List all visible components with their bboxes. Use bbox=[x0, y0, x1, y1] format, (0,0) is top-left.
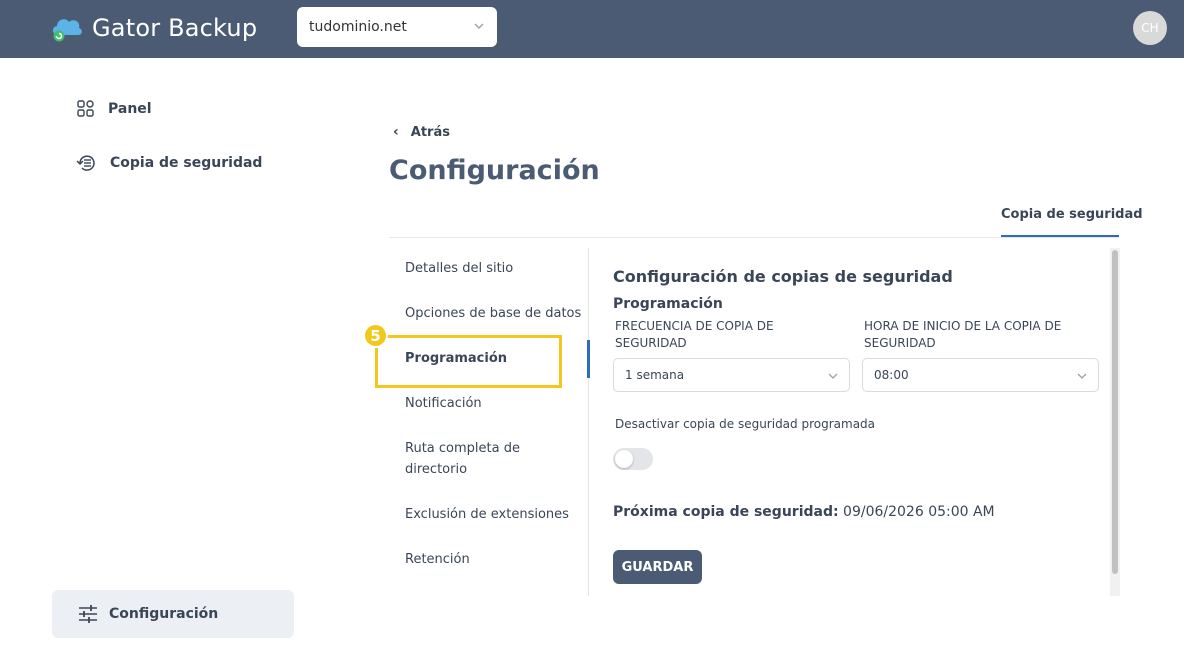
tab-active-indicator bbox=[1001, 235, 1119, 237]
settings-nav-directory-path[interactable]: Ruta completa de directorio bbox=[405, 438, 545, 480]
sidebar-item-panel[interactable]: Panel bbox=[76, 99, 152, 119]
sidebar-item-backup[interactable]: Copia de seguridad bbox=[76, 153, 262, 173]
settings-nav: Detalles del sitio Opciones de base de d… bbox=[389, 248, 589, 596]
settings-nav-extension-exclusion[interactable]: Exclusión de extensiones bbox=[405, 504, 569, 525]
chevron-down-icon bbox=[1077, 373, 1087, 379]
user-avatar[interactable]: CH bbox=[1133, 11, 1167, 45]
settings-nav-site-details[interactable]: Detalles del sitio bbox=[405, 258, 513, 279]
sidebar-item-label: Copia de seguridad bbox=[110, 155, 263, 171]
cloud-logo-icon bbox=[52, 19, 82, 42]
tabs-divider bbox=[389, 237, 1119, 238]
frequency-select[interactable]: 1 semana bbox=[613, 358, 850, 392]
sidebar-item-label: Panel bbox=[108, 101, 152, 117]
next-backup-label: Próxima copia de seguridad: bbox=[613, 504, 839, 520]
start-time-select[interactable]: 08:00 bbox=[862, 358, 1099, 392]
chevron-down-icon bbox=[474, 23, 484, 29]
back-label: Atrás bbox=[410, 124, 450, 140]
domain-select[interactable]: tudominio.net bbox=[297, 7, 497, 47]
page-title: Configuración bbox=[389, 155, 600, 186]
back-link[interactable]: ‹ Atrás bbox=[393, 124, 450, 140]
step-number-badge: 5 bbox=[363, 323, 388, 348]
sidebar-config-label: Configuración bbox=[109, 606, 219, 622]
chevron-left-icon: ‹ bbox=[393, 124, 399, 140]
settings-nav-retention[interactable]: Retención bbox=[405, 549, 470, 570]
next-backup-value: 09/06/2026 05:00 AM bbox=[843, 504, 995, 520]
panel-title: Configuración de copias de seguridad bbox=[613, 267, 953, 286]
scrollbar-thumb[interactable] bbox=[1112, 250, 1118, 574]
frequency-select-value: 1 semana bbox=[625, 368, 685, 382]
next-backup-info: Próxima copia de seguridad: 09/06/2026 0… bbox=[613, 504, 995, 520]
sidebar-item-configuration[interactable]: Configuración bbox=[52, 590, 294, 638]
section-title: Programación bbox=[613, 296, 723, 312]
tab-backup[interactable]: Copia de seguridad bbox=[1001, 207, 1143, 222]
tutorial-highlight-box bbox=[375, 335, 562, 388]
top-bar: Gator Backup tudominio.net CH bbox=[0, 0, 1184, 58]
settings-nav-database-options[interactable]: Opciones de base de datos bbox=[405, 303, 581, 324]
start-time-label: HORA DE INICIO DE LA COPIA DE SEGURIDAD bbox=[864, 319, 1062, 350]
settings-nav-notification[interactable]: Notificación bbox=[405, 393, 482, 414]
app-logo[interactable]: Gator Backup bbox=[50, 12, 257, 44]
sliders-icon bbox=[79, 605, 97, 623]
start-time-select-value: 08:00 bbox=[874, 368, 909, 382]
chevron-down-icon bbox=[828, 373, 838, 379]
backup-icon bbox=[76, 155, 95, 171]
disable-schedule-toggle[interactable] bbox=[613, 448, 653, 470]
app-name: Gator Backup bbox=[92, 14, 258, 42]
settings-nav-active-indicator bbox=[587, 340, 590, 378]
toggle-knob bbox=[615, 450, 633, 468]
domain-select-value: tudominio.net bbox=[309, 19, 407, 35]
dashboard-icon bbox=[77, 100, 94, 117]
frequency-label: FRECUENCIA DE COPIA DE SEGURIDAD bbox=[615, 319, 774, 350]
disable-schedule-label: Desactivar copia de seguridad programada bbox=[615, 417, 876, 431]
save-button[interactable]: GUARDAR bbox=[613, 550, 702, 584]
